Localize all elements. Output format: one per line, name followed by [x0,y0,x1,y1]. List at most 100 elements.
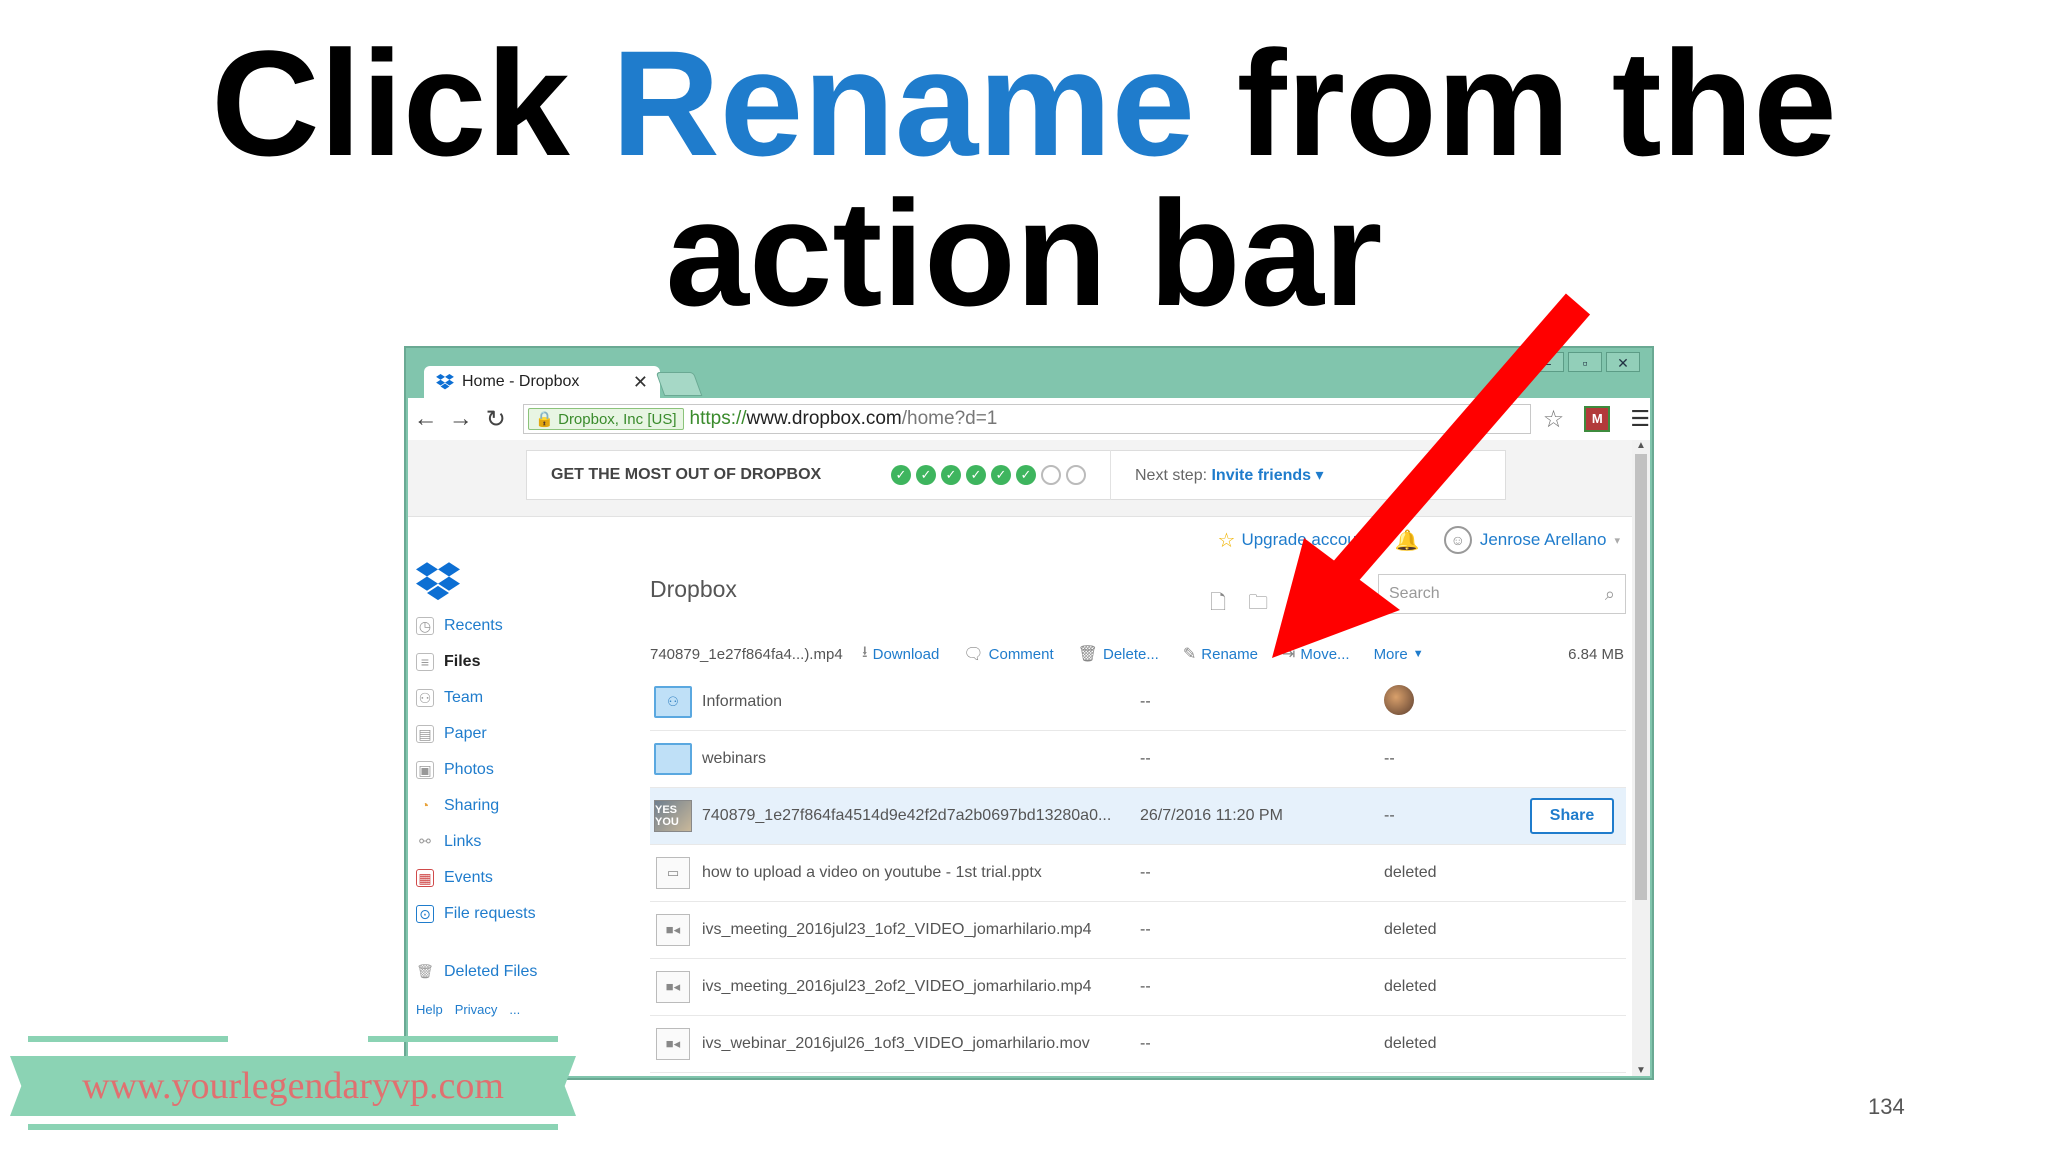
table-row[interactable]: ⚇ Information -- [650,674,1626,731]
title-pre: Click [211,19,612,187]
new-folder-icon[interactable]: 🗀 [1248,588,1268,622]
sidebar-item-file-requests[interactable]: ⊙ File requests [416,896,606,932]
file-status: deleted [1384,864,1437,881]
progress-step-todo [1066,465,1086,485]
more-footer-link[interactable]: ... [509,1002,520,1017]
more-button[interactable]: More ▼ [1374,646,1424,663]
toolbar-right: ☆ M ☰ [1543,405,1650,434]
move-button[interactable]: ⇥ Move... [1282,644,1350,664]
avatar: ☺ [1443,526,1472,554]
sidebar-item-photos[interactable]: ▣ Photos [416,752,606,788]
comment-button[interactable]: 🗨 Comment [963,644,1053,664]
sidebar-item-deleted-files[interactable]: 🗑 Deleted Files [416,954,606,990]
dropbox-logo-icon [416,562,460,601]
ev-certificate-badge[interactable]: 🔒 Dropbox, Inc [US] [528,408,684,430]
extension-shield-icon[interactable]: M [1584,406,1611,432]
promo-text: GET THE MOST OUT OF DROPBOX [551,466,822,483]
share-button[interactable]: Share [1530,798,1614,834]
dropbox-favicon [436,374,454,390]
sidebar-item-label: Links [444,833,482,850]
reload-icon[interactable]: ↻ [478,405,513,434]
sidebar-item-team[interactable]: ⚇ Team [416,680,606,716]
table-row[interactable]: ■◂ ivs_meeting_2016jul23_2of2_VIDEO_joma… [650,959,1626,1016]
link-icon: ⚯ [419,833,431,849]
tab-title: Home - Dropbox [462,373,580,390]
table-row[interactable]: ▭ how to upload a video on youtube - 1st… [650,845,1626,902]
file-status: deleted [1384,1035,1437,1052]
bookmark-star-icon[interactable]: ☆ [1543,405,1565,434]
watermark-line-top [28,1036,228,1042]
watermark-text: www.yourlegendaryvp.com [82,1065,504,1107]
files-icon: ≡ [416,653,434,671]
maximize-icon[interactable]: ▫ [1568,352,1602,372]
chevron-down-icon: ▾ [1614,534,1620,547]
address-bar[interactable]: 🔒 Dropbox, Inc [US] https://www.dropbox.c… [523,404,1531,434]
notification-bell-icon[interactable]: 🔔 [1395,528,1420,553]
table-row[interactable]: ■◂ ivs_webinar_2016jul26_1of3_VIDEO_joma… [650,1016,1626,1073]
delete-button[interactable]: 🗑 Delete... [1078,644,1159,664]
table-row-selected[interactable]: YES YOU 740879_1e27f864fa4514d9e42f2d7a2… [650,788,1626,845]
folder-icon [654,743,692,775]
rename-button[interactable]: ✎ Rename [1183,644,1258,664]
file-name: how to upload a video on youtube - 1st t… [702,864,1042,881]
forward-arrow-icon[interactable]: → [443,405,478,433]
calendar-icon: ▦ [416,869,434,887]
file-status: deleted [1384,978,1437,995]
back-arrow-icon[interactable]: ← [408,405,443,433]
table-row[interactable]: webinars -- -- [650,731,1626,788]
scroll-up-arrow-icon[interactable]: ▲ [1632,440,1650,451]
file-shared: -- [1384,750,1395,767]
progress-step-done: ✓ [991,465,1011,485]
scroll-down-arrow-icon[interactable]: ▼ [1632,1065,1650,1076]
sidebar-footer: Help Privacy ... [416,1002,606,1017]
upload-file-icon[interactable]: 🗋 [1210,588,1226,622]
progress-step-done: ✓ [916,465,936,485]
page-viewport: GET THE MOST OUT OF DROPBOX ✓ ✓ ✓ ✓ ✓ ✓ Next … [408,440,1650,1076]
scrollbar[interactable]: ▲ ▼ [1632,440,1650,1076]
file-modified: -- [1140,921,1151,938]
page-title: Dropbox [650,576,737,602]
dropbox-logo[interactable] [416,562,460,607]
progress-step-done: ✓ [891,465,911,485]
scroll-thumb[interactable] [1635,454,1647,900]
file-modified: -- [1140,864,1151,881]
user-menu[interactable]: ☺ Jenrose Arellano ▾ [1443,526,1620,554]
minimize-icon[interactable]: – [1530,352,1564,372]
table-row[interactable]: ■◂ ivs_meeting_2016jul23_1of2_VIDEO_joma… [650,902,1626,959]
close-window-icon[interactable]: ✕ [1606,352,1640,372]
privacy-link[interactable]: Privacy [455,1002,498,1017]
next-step: Next step: Invite friends ▾ [1135,465,1324,485]
sidebar-item-paper[interactable]: ▤ Paper [416,716,606,752]
sidebar-item-events[interactable]: ▦ Events [416,860,606,896]
sidebar-item-sharing[interactable]: ◔ Sharing [416,788,606,824]
sidebar-item-recents[interactable]: ◷ Recents [416,608,606,644]
video-file-icon: ■◂ [656,914,690,946]
clock-icon: ◷ [416,617,434,635]
download-label: Download [872,645,940,663]
lock-icon: 🔒 [535,411,555,428]
upgrade-link[interactable]: ☆ Upgrade account [1218,528,1371,553]
ev-label: Dropbox, Inc [US] [558,410,677,428]
browser-tab[interactable]: Home - Dropbox ✕ [424,366,660,398]
sidebar-item-links[interactable]: ⚯ Links [416,824,606,860]
file-name: webinars [702,750,767,767]
hamburger-menu-icon[interactable]: ☰ [1630,406,1650,432]
new-tab-button[interactable] [655,372,703,396]
file-modified: -- [1140,750,1151,767]
video-thumbnail: YES YOU [654,800,692,832]
sharing-icon: ◔ [420,797,430,813]
file-size: 6.84 MB [1568,645,1624,663]
search-input[interactable]: Search ⌕ [1378,574,1626,614]
comment-label: Comment [988,645,1054,663]
download-button[interactable]: ⭳ Download [862,641,939,668]
file-modified: -- [1140,1035,1151,1052]
watermark-line-bottom [28,1124,558,1130]
member-avatar [1384,684,1414,715]
header-right: ☆ Upgrade account 🔔 ☺ Jenrose Arellano ▾ [1218,526,1620,554]
help-link[interactable]: Help [416,1002,443,1017]
tab-close-icon[interactable]: ✕ [633,372,648,393]
progress-dots: ✓ ✓ ✓ ✓ ✓ ✓ [891,465,1086,485]
sidebar-item-files[interactable]: ≡ Files [416,644,606,680]
invite-friends-link[interactable]: Invite friends ▾ [1211,467,1323,484]
move-label: Move... [1300,645,1350,663]
